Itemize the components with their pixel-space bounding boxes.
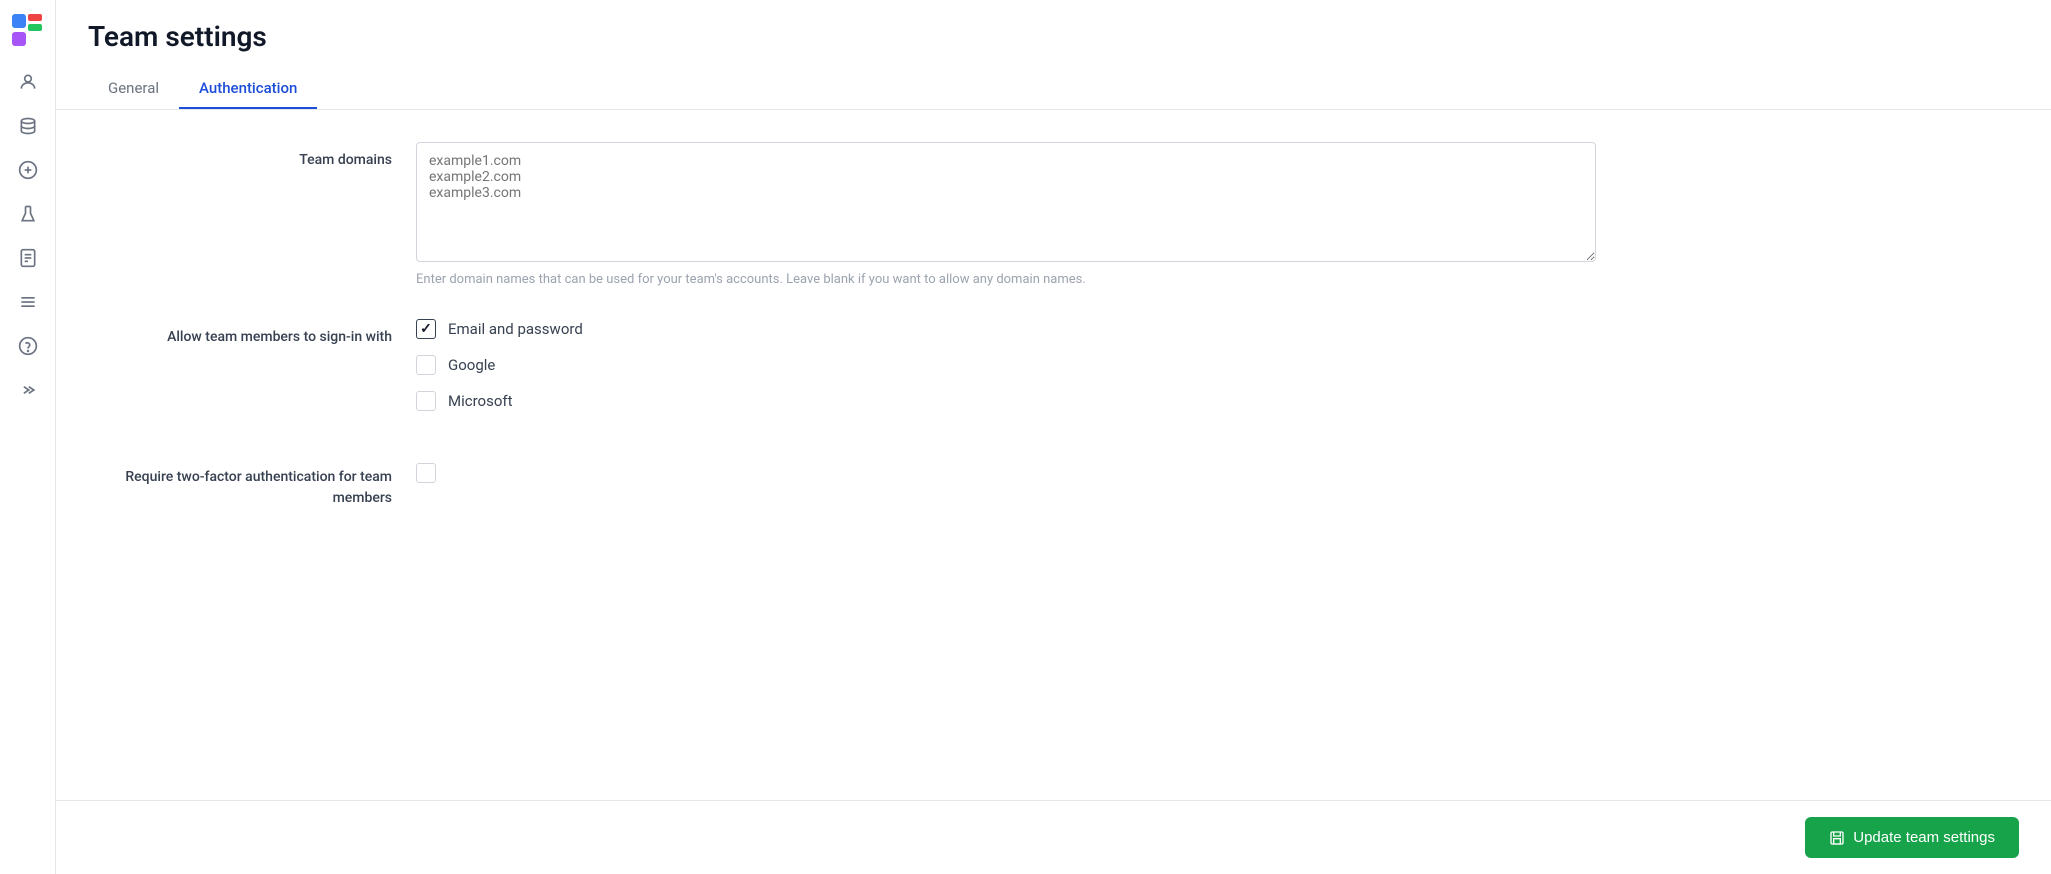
email-password-checkbox[interactable] <box>416 319 436 339</box>
microsoft-label: Microsoft <box>448 392 513 410</box>
two-factor-checkbox[interactable] <box>416 463 436 483</box>
team-domains-control: Enter domain names that can be used for … <box>416 142 2011 287</box>
team-domains-label: Team domains <box>96 142 416 171</box>
two-factor-control <box>416 459 2011 483</box>
help-icon[interactable] <box>10 328 46 364</box>
save-icon <box>1829 830 1845 846</box>
main-content: Team settings General Authentication Tea… <box>56 0 2051 874</box>
database-icon[interactable] <box>10 108 46 144</box>
tab-authentication[interactable]: Authentication <box>179 69 317 109</box>
email-password-label: Email and password <box>448 320 583 338</box>
expand-icon[interactable] <box>10 372 46 408</box>
sign-in-options: Email and password Google Microsoft <box>416 319 2011 427</box>
team-domains-hint: Enter domain names that can be used for … <box>416 272 2011 287</box>
plus-icon[interactable] <box>10 152 46 188</box>
flask-icon[interactable] <box>10 196 46 232</box>
sidebar <box>0 0 56 874</box>
page-footer: Update team settings <box>56 800 2051 874</box>
google-option: Google <box>416 355 2011 375</box>
page-title: Team settings <box>88 20 2019 53</box>
document-icon[interactable] <box>10 240 46 276</box>
microsoft-option: Microsoft <box>416 391 2011 411</box>
email-password-option: Email and password <box>416 319 2011 339</box>
team-domains-row: Team domains Enter domain names that can… <box>96 142 2011 287</box>
update-button-label: Update team settings <box>1853 829 1995 846</box>
google-checkbox[interactable] <box>416 355 436 375</box>
app-logo[interactable] <box>10 12 46 48</box>
tabs: General Authentication <box>88 69 2019 109</box>
page-header: Team settings General Authentication <box>56 0 2051 110</box>
google-label: Google <box>448 356 495 374</box>
sign-in-row: Allow team members to sign-in with Email… <box>96 319 2011 427</box>
tab-general[interactable]: General <box>88 69 179 109</box>
update-team-settings-button[interactable]: Update team settings <box>1805 817 2019 858</box>
content-area: Team domains Enter domain names that can… <box>56 110 2051 800</box>
user-icon[interactable] <box>10 64 46 100</box>
team-domains-input[interactable] <box>416 142 1596 262</box>
two-factor-row: Require two-factor authentication for te… <box>96 459 2011 509</box>
microsoft-checkbox[interactable] <box>416 391 436 411</box>
menu-icon[interactable] <box>10 284 46 320</box>
sign-in-label: Allow team members to sign-in with <box>96 319 416 348</box>
two-factor-label: Require two-factor authentication for te… <box>96 459 416 509</box>
